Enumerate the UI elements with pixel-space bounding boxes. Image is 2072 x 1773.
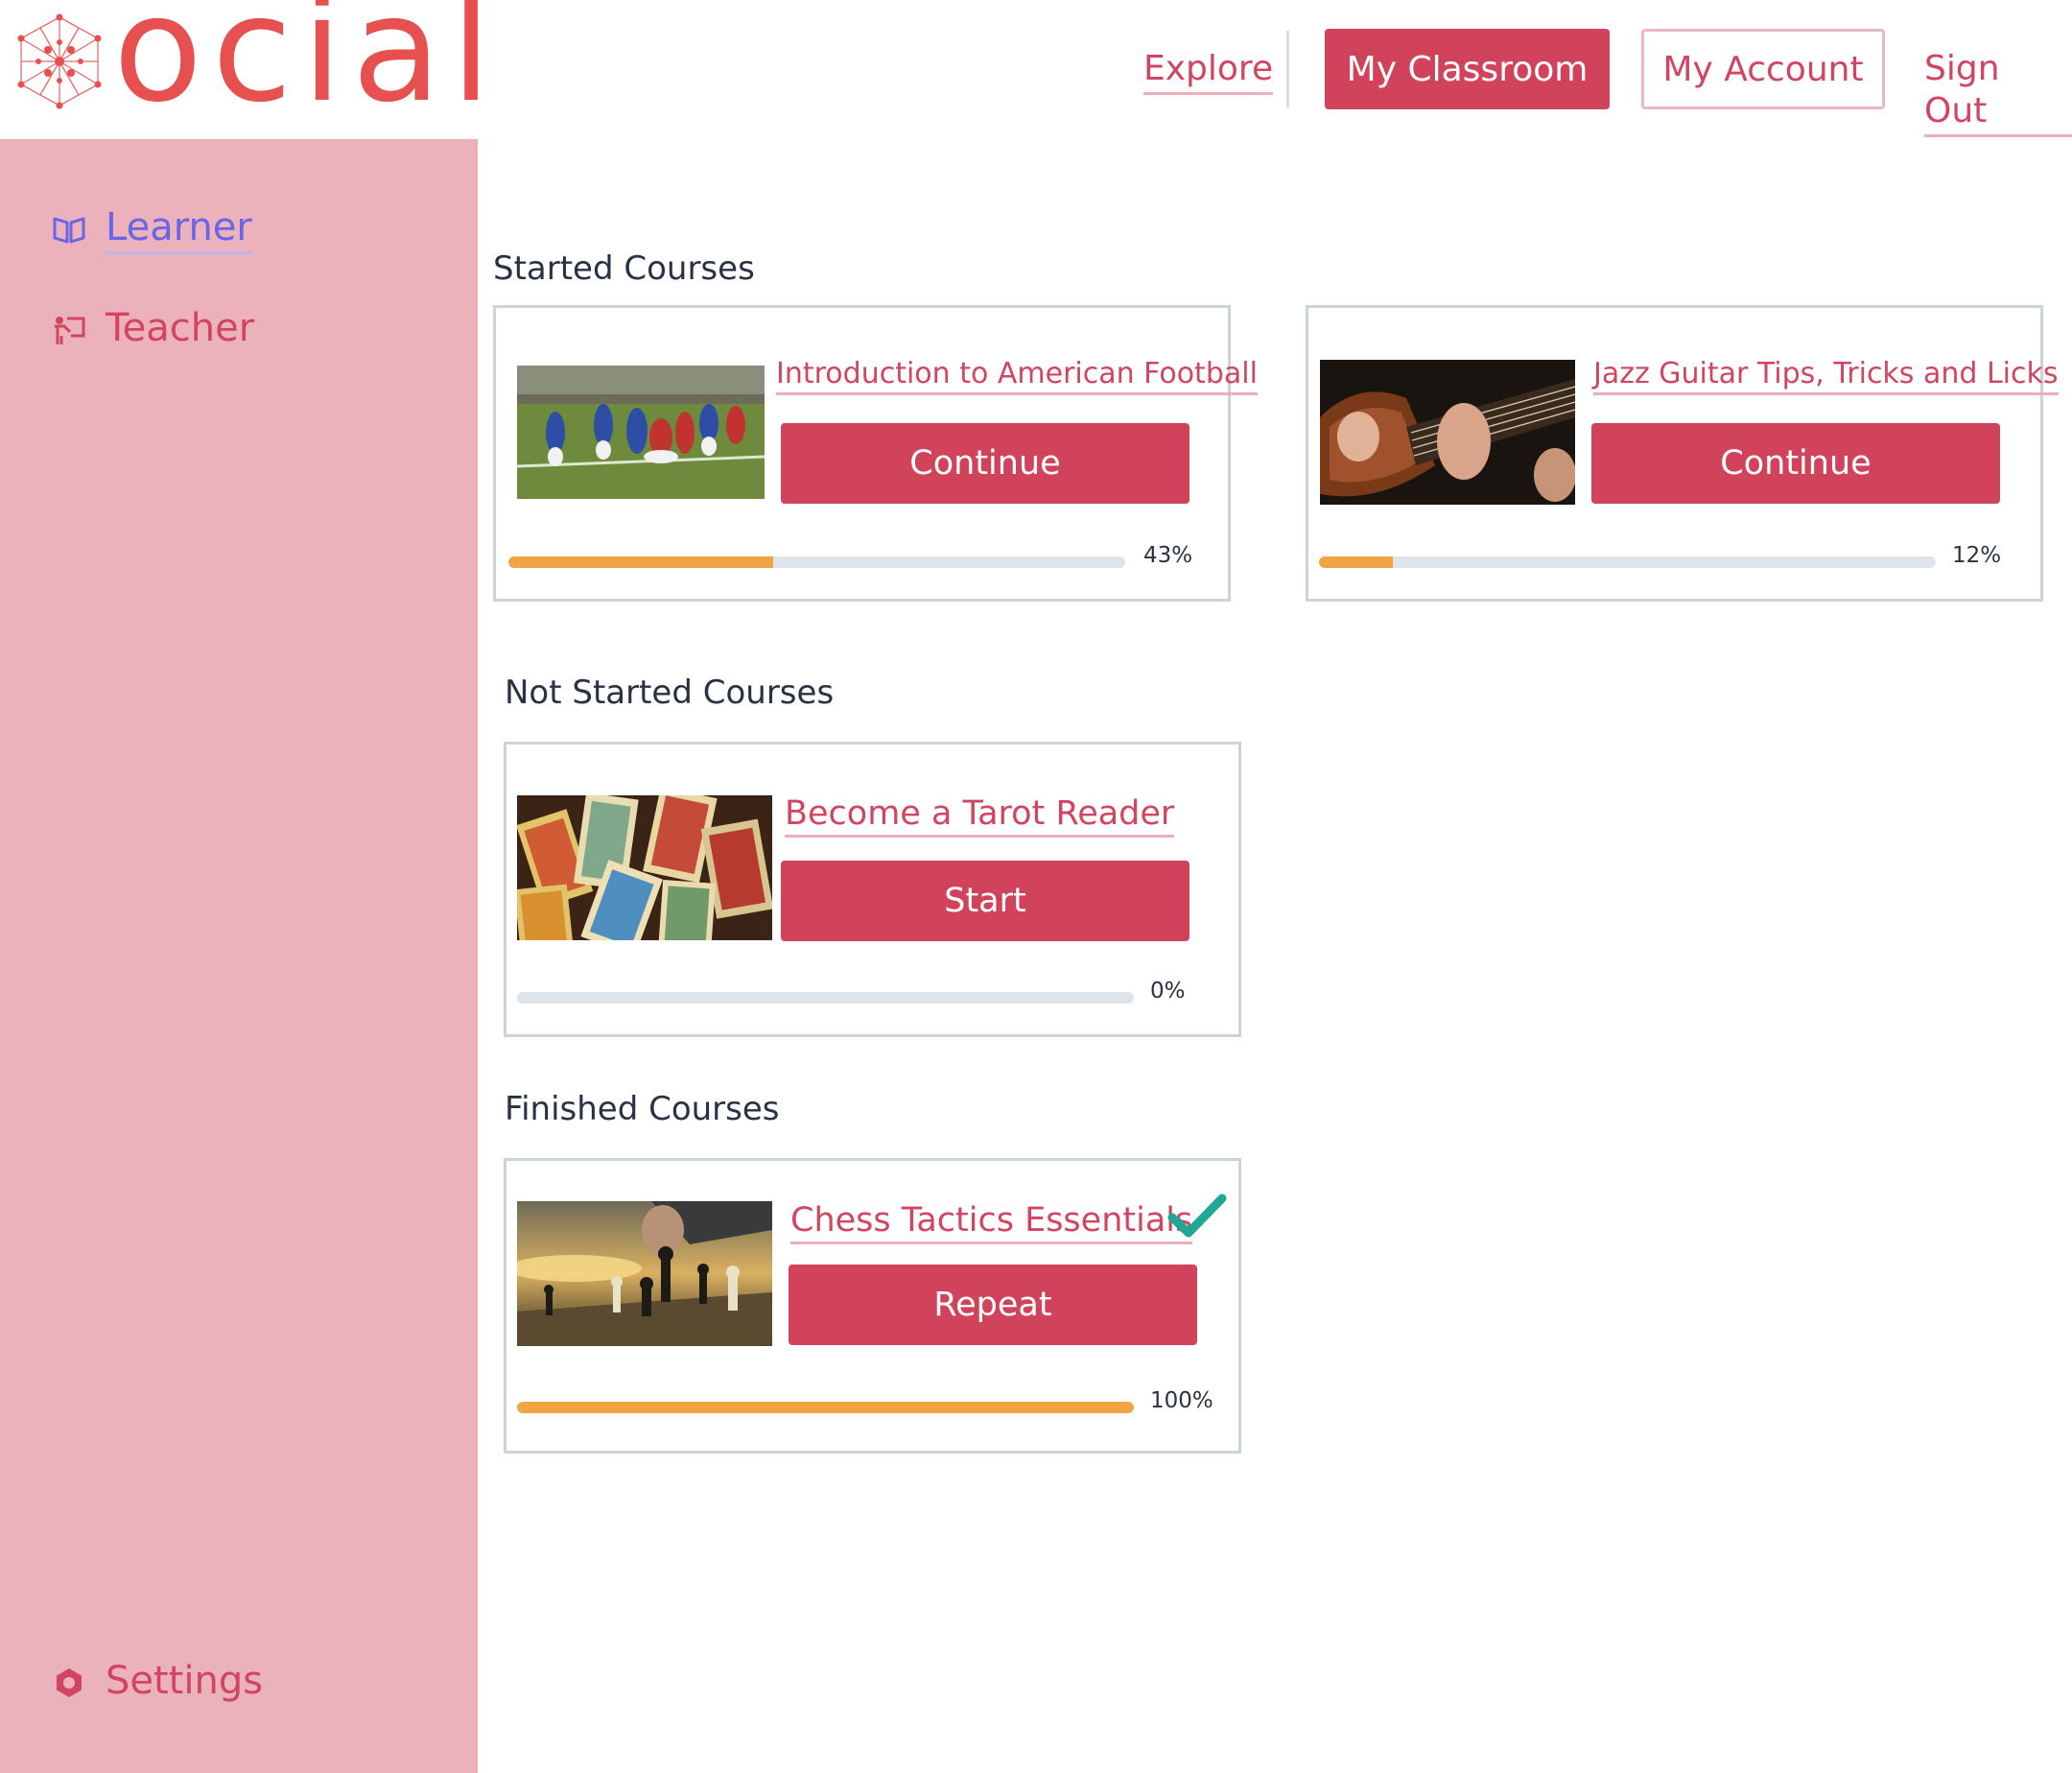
progress-percent: 100%: [1150, 1388, 1213, 1413]
section-title-started: Started Courses: [493, 249, 755, 288]
open-book-icon: [52, 212, 86, 247]
course-card: Chess Tactics Essentials Repeat 100%: [504, 1158, 1241, 1454]
progress-bar: [1319, 556, 1936, 568]
repeat-button[interactable]: Repeat: [789, 1265, 1197, 1345]
progress-bar: [517, 992, 1134, 1004]
teacher-board-icon: [52, 313, 86, 347]
american-football-photo[interactable]: [517, 366, 765, 499]
progress-percent: 43%: [1143, 543, 1193, 568]
nav-my-account-button[interactable]: My Account: [1641, 29, 1885, 109]
tarot-cards-photo[interactable]: [517, 795, 772, 940]
continue-button[interactable]: Continue: [781, 423, 1189, 504]
chess-photo[interactable]: [517, 1201, 772, 1346]
sidebar: Learner Teacher Settings: [0, 139, 478, 1773]
nav-divider: [1286, 31, 1289, 107]
sidebar-item-settings[interactable]: Settings: [52, 1657, 263, 1708]
nav-sign-out-link[interactable]: Sign Out: [1924, 48, 2072, 137]
hexagon-gear-icon: [52, 1666, 86, 1700]
course-title-link[interactable]: Chess Tactics Essentials: [790, 1199, 1193, 1244]
progress-percent: 12%: [1952, 543, 2002, 568]
sidebar-item-label: Settings: [106, 1659, 264, 1703]
progress-fill: [517, 1402, 1134, 1413]
sidebar-item-learner[interactable]: Learner: [52, 203, 252, 254]
course-card: Become a Tarot Reader Start 0%: [504, 742, 1241, 1037]
progress-fill: [1319, 556, 1394, 568]
course-card: Jazz Guitar Tips, Tricks and Licks Conti…: [1306, 305, 2059, 602]
nav-explore-link[interactable]: Explore: [1143, 48, 1274, 95]
progress-bar: [508, 556, 1125, 568]
continue-button[interactable]: Continue: [1591, 423, 2000, 504]
brand-wordmark: ocial: [113, 0, 502, 134]
course-title-link[interactable]: Jazz Guitar Tips, Tricks and Licks: [1593, 356, 2059, 395]
guitar-photo[interactable]: [1320, 360, 1575, 505]
section-title-finished: Finished Courses: [505, 1090, 780, 1128]
course-card: Introduction to American Football Contin…: [493, 305, 1258, 602]
course-title-link[interactable]: Introduction to American Football: [776, 356, 1258, 395]
network-logo-icon: [17, 13, 102, 109]
course-title-link[interactable]: Become a Tarot Reader: [785, 792, 1175, 838]
nav-my-classroom-button[interactable]: My Classroom: [1325, 29, 1610, 109]
progress-percent: 0%: [1150, 979, 1186, 1004]
sidebar-item-label: Learner: [106, 203, 252, 254]
checkmark-icon: [1167, 1194, 1227, 1238]
progress-fill: [508, 556, 774, 568]
progress-bar: [517, 1402, 1134, 1413]
sidebar-item-teacher[interactable]: Teacher: [52, 304, 254, 355]
start-button[interactable]: Start: [781, 861, 1189, 941]
section-title-not-started: Not Started Courses: [505, 674, 835, 712]
sidebar-item-label: Teacher: [106, 306, 255, 350]
top-header: ocial Explore My Classroom My Account Si…: [0, 0, 2072, 139]
